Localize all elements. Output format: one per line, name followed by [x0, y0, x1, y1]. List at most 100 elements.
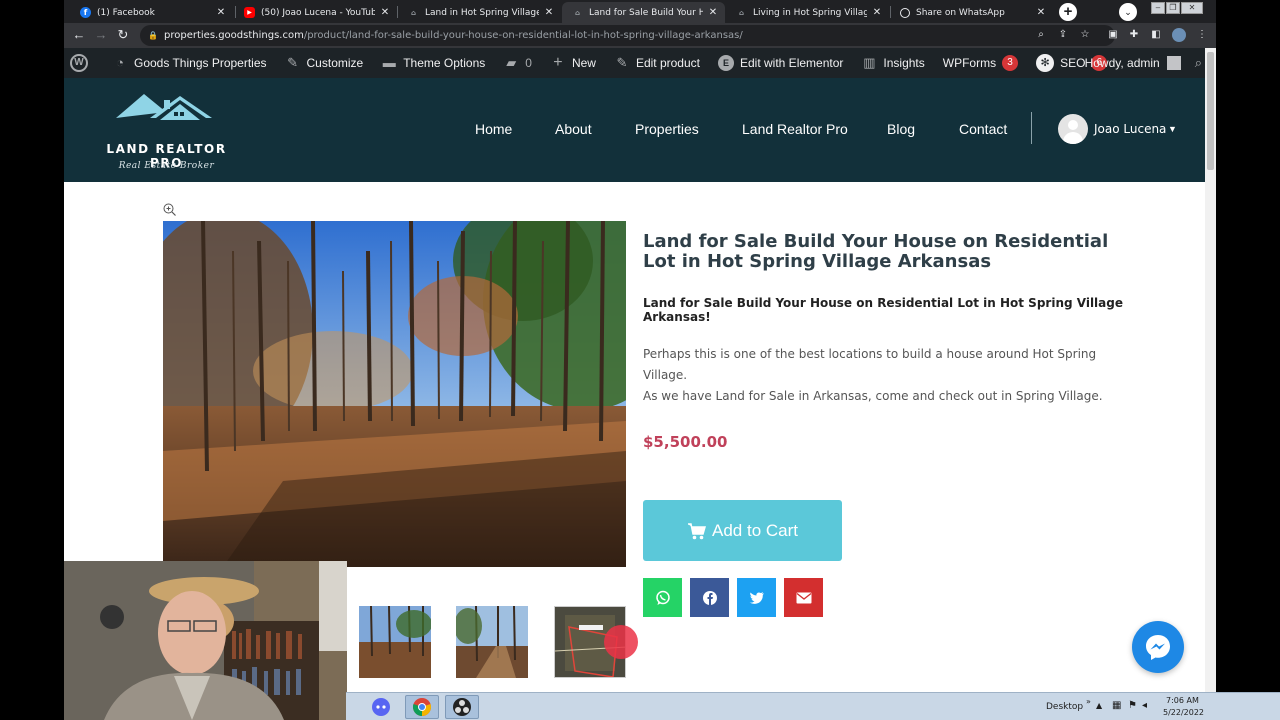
obs-icon[interactable] — [445, 695, 479, 719]
admin-account[interactable]: Howdy, admin ⌕ — [1085, 48, 1202, 78]
nav-properties[interactable]: Properties — [635, 121, 699, 137]
cart-icon — [688, 522, 706, 539]
admin-edit-product[interactable]: ✎ Edit product — [605, 48, 709, 78]
gallery-thumbnail-2[interactable] — [456, 606, 528, 678]
messenger-icon — [1146, 635, 1170, 660]
lock-icon: 🔒 — [148, 30, 158, 40]
share-whatsapp-button[interactable] — [643, 578, 682, 617]
nav-blog[interactable]: Blog — [887, 121, 915, 137]
nav-contact[interactable]: Contact — [959, 121, 1007, 137]
wpforms-badge: 3 — [1002, 55, 1019, 71]
tab-title: (1) Facebook — [97, 7, 155, 18]
site-header: LAND REALTOR PRO Real Estate Broker Home… — [64, 78, 1205, 182]
tab-facebook[interactable]: f (1) Facebook ✕ — [70, 2, 233, 23]
puzzle-icon[interactable]: ✚ — [1128, 29, 1140, 41]
zoom-icon[interactable]: ⌕ — [1035, 29, 1047, 41]
product-title: Land for Sale Build Your House on Reside… — [643, 231, 1109, 272]
address-row: ← → ↻ 🔒 properties.goodsthings.com/produ… — [64, 23, 1216, 48]
site-icon: ⌂ — [410, 8, 416, 17]
admin-comments[interactable]: ▰ 0 — [494, 48, 541, 78]
close-icon[interactable]: ✕ — [379, 7, 391, 18]
tray-arrow-icon[interactable]: ▲ — [1096, 701, 1102, 710]
clock-date[interactable]: 5/22/2022 — [1163, 708, 1204, 717]
tab-living-hsv[interactable]: ⌂ Living in Hot Spring Village Selle ✕ — [726, 2, 889, 23]
clock-time[interactable]: 7:06 AM — [1166, 696, 1199, 705]
caret-down-icon[interactable]: ▼ — [1168, 124, 1177, 134]
globe-icon — [900, 7, 910, 18]
tab-title: Living in Hot Spring Village Selle — [753, 7, 867, 18]
tab-title: Share on WhatsApp — [916, 7, 1005, 18]
share-icon[interactable]: ⇪ — [1057, 29, 1069, 41]
new-tab-button[interactable]: + — [1059, 3, 1077, 21]
admin-theme-options[interactable]: ▬ Theme Options — [372, 48, 494, 78]
minimize-button[interactable]: – — [1151, 2, 1165, 14]
extension-icon[interactable]: ▣ — [1107, 29, 1119, 41]
admin-new[interactable]: + New — [541, 48, 605, 78]
site-icon: ⌂ — [574, 8, 580, 17]
description-line: Perhaps this is one of the best location… — [643, 347, 1097, 382]
share-twitter-button[interactable] — [737, 578, 776, 617]
admin-customize[interactable]: ✎ Customize — [276, 48, 373, 78]
back-icon[interactable]: ← — [71, 27, 87, 43]
close-icon[interactable]: ✕ — [543, 7, 555, 18]
product-price: $5,500.00 — [643, 433, 728, 451]
os-taskbar: Desktop » ▲ ▦ ⚑ ◂ 7:06 AM 5/22/2022 — [346, 692, 1280, 720]
url-path: /product/land-for-sale-build-your-house-… — [303, 30, 743, 41]
close-icon[interactable]: ✕ — [215, 7, 227, 18]
share-facebook-button[interactable] — [690, 578, 729, 617]
wp-admin-bar: W ◔ Goods Things Properties ✎ Customize … — [64, 48, 1216, 78]
tab-land-for-sale[interactable]: ⌂ Land for Sale Build Your House o ✕ — [562, 2, 725, 23]
search-icon[interactable]: ⌕ — [1195, 55, 1202, 71]
product-subtitle: Land for Sale Build Your House on Reside… — [643, 296, 1123, 324]
nav-about[interactable]: About — [555, 121, 592, 137]
admin-edit-elementor[interactable]: E Edit with Elementor — [709, 48, 852, 78]
forward-icon[interactable]: → — [93, 27, 109, 43]
reload-icon[interactable]: ↻ — [115, 27, 131, 43]
chevron-right-icon[interactable]: » — [1086, 697, 1091, 706]
discord-icon[interactable] — [364, 695, 398, 719]
product-main-image[interactable] — [163, 221, 626, 567]
close-window-button[interactable]: ✕ — [1181, 2, 1203, 14]
close-icon[interactable]: ✕ — [1035, 7, 1047, 18]
page-scrollbar[interactable] — [1205, 48, 1216, 692]
admin-edit-elementor-label: Edit with Elementor — [740, 56, 844, 70]
tab-youtube[interactable]: ▶ (50) Joao Lucena - YouTube ✕ — [234, 2, 397, 23]
sidepanel-icon[interactable]: ◧ — [1150, 29, 1162, 41]
profile-avatar-icon[interactable] — [1172, 28, 1186, 42]
address-bar[interactable]: 🔒 properties.goodsthings.com/product/lan… — [140, 25, 1115, 46]
site-logo[interactable]: LAND REALTOR PRO Real Estate Broker — [94, 90, 239, 171]
add-to-cart-button[interactable]: Add to Cart — [643, 500, 842, 561]
tab-title: Land in Hot Spring Village Purch — [425, 7, 539, 18]
star-icon[interactable]: ☆ — [1079, 29, 1091, 41]
menu-dots-icon[interactable]: ⋮ — [1196, 29, 1208, 41]
wordpress-logo-button[interactable]: W — [64, 48, 103, 78]
scrollbar-thumb[interactable] — [1207, 52, 1214, 170]
user-name[interactable]: Joao Lucena — [1094, 122, 1166, 136]
close-icon[interactable]: ✕ — [871, 7, 883, 18]
howdy-label: Howdy, admin — [1084, 56, 1160, 70]
desktop-toolbar-label[interactable]: Desktop — [1046, 702, 1083, 712]
share-email-button[interactable] — [784, 578, 823, 617]
admin-wpforms[interactable]: WPForms 3 — [934, 48, 1027, 78]
nav-land-realtor-pro[interactable]: Land Realtor Pro — [742, 121, 848, 137]
chevron-down-icon[interactable]: ⌄ — [1119, 3, 1137, 21]
network-icon[interactable]: ▦ — [1112, 700, 1121, 711]
restore-button[interactable]: ❐ — [1166, 2, 1180, 14]
tab-land-purchase[interactable]: ⌂ Land in Hot Spring Village Purch ✕ — [398, 2, 561, 23]
zoom-in-icon[interactable] — [163, 203, 176, 216]
tab-title: (50) Joao Lucena - YouTube — [261, 7, 375, 18]
chrome-icon[interactable] — [405, 695, 439, 719]
user-avatar[interactable] — [1058, 114, 1088, 144]
admin-site-name[interactable]: ◔ Goods Things Properties — [103, 48, 276, 78]
folder-icon: ▬ — [382, 55, 396, 70]
volume-icon[interactable]: ◂ — [1142, 700, 1147, 711]
messenger-chat-button[interactable] — [1132, 621, 1184, 673]
flag-icon[interactable]: ⚑ — [1128, 700, 1137, 711]
nav-home[interactable]: Home — [475, 121, 512, 137]
close-icon[interactable]: ✕ — [707, 7, 719, 18]
tab-whatsapp[interactable]: Share on WhatsApp ✕ — [890, 2, 1053, 23]
admin-insights[interactable]: ▥ Insights — [852, 48, 933, 78]
comment-icon: ▰ — [506, 55, 517, 70]
gallery-thumbnail-1[interactable] — [359, 606, 431, 678]
tab-strip: f (1) Facebook ✕ ▶ (50) Joao Lucena - Yo… — [64, 0, 1216, 23]
